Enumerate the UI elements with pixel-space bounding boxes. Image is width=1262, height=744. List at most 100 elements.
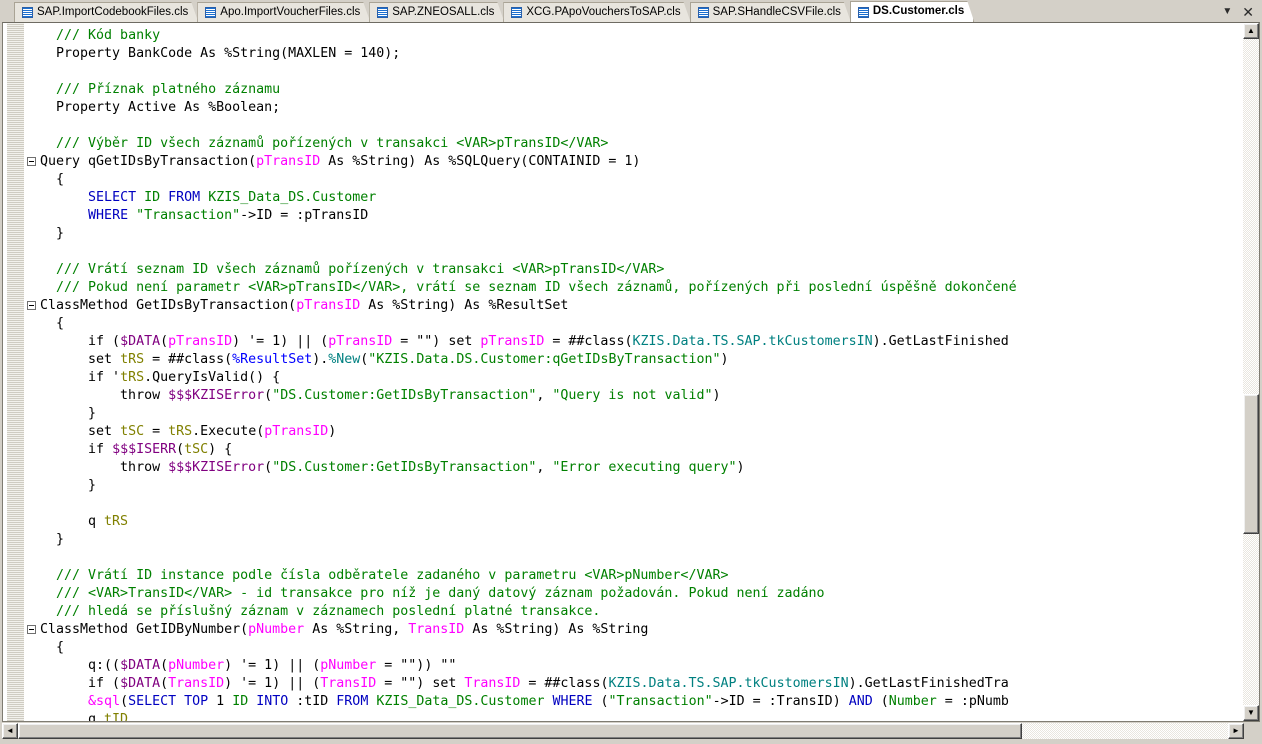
code-token: ( (160, 658, 169, 673)
horizontal-scrollbar[interactable]: ◄ ► (2, 723, 1260, 741)
code-token: $$$KZISError (168, 388, 265, 403)
horizontal-scroll-thumb[interactable] (18, 723, 1022, 739)
code-line[interactable] (26, 495, 1243, 513)
code-line[interactable]: } (26, 225, 1243, 243)
code-line[interactable]: ClassMethod GetIDsByTransaction(pTransID… (26, 297, 1243, 315)
code-token: ClassMethod GetIDsByTransaction( (40, 298, 297, 313)
code-line[interactable]: WHERE "Transaction"->ID = :pTransID (26, 207, 1243, 225)
code-token: WHERE (552, 694, 593, 709)
code-token: As %String) As %SQLQuery(CONTAINID = 1) (320, 154, 641, 169)
code-line[interactable]: /// Pokud není parametr <VAR>pTransID</V… (26, 279, 1243, 297)
code-token: = (144, 424, 169, 439)
horizontal-scroll-track[interactable] (18, 723, 1228, 739)
code-token: throw (40, 460, 169, 475)
code-line[interactable]: { (26, 639, 1243, 657)
code-line[interactable]: /// Kód banky (26, 27, 1243, 45)
editor-tab-4[interactable]: SAP.SHandleCSVFile.cls (690, 2, 851, 22)
code-line[interactable]: set tSC = tRS.Execute(pTransID) (26, 423, 1243, 441)
editor-tab-2[interactable]: SAP.ZNEOSALL.cls (369, 2, 504, 22)
vertical-scroll-thumb[interactable] (1243, 394, 1259, 534)
code-line[interactable]: Query qGetIDsByTransaction(pTransID As %… (26, 153, 1243, 171)
code-line[interactable] (26, 117, 1243, 135)
code-line[interactable]: throw $$$KZISError("DS.Customer:GetIDsBy… (26, 387, 1243, 405)
editor-tab-label: SAP.ImportCodebookFiles.cls (37, 5, 189, 18)
editor-tab-0[interactable]: SAP.ImportCodebookFiles.cls (14, 2, 198, 22)
code-line[interactable]: &sql(SELECT TOP 1 ID INTO :tID FROM KZIS… (26, 693, 1243, 711)
code-line[interactable]: } (26, 405, 1243, 423)
code-line[interactable]: /// Výběr ID všech záznamů pořízených v … (26, 135, 1243, 153)
code-token: pTransID (264, 424, 329, 439)
code-token: "Transaction" (608, 694, 713, 709)
code-token: ->ID = :pTransID (240, 208, 369, 223)
scroll-down-button[interactable]: ▼ (1243, 705, 1259, 721)
code-token: As %String) As %ResultSet (360, 298, 569, 313)
editor-tab-3[interactable]: XCG.PApoVouchersToSAP.cls (503, 2, 690, 22)
code-line[interactable]: SELECT ID FROM KZIS_Data_DS.Customer (26, 189, 1243, 207)
editor-tab-1[interactable]: Apo.ImportVoucherFiles.cls (197, 2, 370, 22)
scroll-up-button[interactable]: ▲ (1243, 23, 1259, 39)
code-line[interactable]: if $$$ISERR(tSC) { (26, 441, 1243, 459)
code-line[interactable]: } (26, 477, 1243, 495)
code-token: set (40, 424, 121, 439)
code-line[interactable]: { (26, 315, 1243, 333)
scroll-left-button[interactable]: ◄ (2, 723, 18, 739)
code-line[interactable]: throw $$$KZISError("DS.Customer:GetIDsBy… (26, 459, 1243, 477)
code-token: = ##class( (144, 352, 233, 367)
vertical-scrollbar[interactable]: ▲ ▼ (1243, 23, 1259, 721)
code-line[interactable]: if ($DATA(TransID) '= 1) || (TransID = "… (26, 675, 1243, 693)
close-icon[interactable]: ✕ (1242, 5, 1254, 19)
code-token: ( (592, 694, 609, 709)
code-fold-toggle-icon[interactable] (27, 625, 36, 634)
code-token: $$$KZISError (168, 460, 265, 475)
code-line[interactable] (26, 549, 1243, 567)
code-fold-toggle-icon[interactable] (27, 157, 36, 166)
code-token: pTransID (480, 334, 545, 349)
code-token: tRS (168, 424, 193, 439)
scroll-right-button[interactable]: ► (1228, 723, 1244, 739)
code-line[interactable]: if 'tRS.QueryIsValid() { (26, 369, 1243, 387)
code-line[interactable]: q:(($DATA(pNumber) '= 1) || (pNumber = "… (26, 657, 1243, 675)
code-text[interactable]: /// Kód banky Property BankCode As %Stri… (26, 23, 1243, 721)
vertical-scroll-track[interactable] (1243, 39, 1259, 705)
code-token: pTransID (256, 154, 321, 169)
code-token: } (40, 226, 65, 241)
code-line[interactable]: /// Vrátí ID instance podle čísla odběra… (26, 567, 1243, 585)
code-token: Property Active As %Boolean; (40, 100, 281, 115)
code-token: "Query is not valid" (552, 388, 713, 403)
code-token: $DATA (120, 676, 161, 691)
code-editor[interactable]: /// Kód banky Property BankCode As %Stri… (2, 22, 1260, 722)
editor-tab-5[interactable]: DS.Customer.cls (850, 1, 974, 22)
code-token: = :pNumb (936, 694, 1009, 709)
chevron-down-icon[interactable]: ▼ (1222, 7, 1232, 17)
code-line[interactable]: /// Vrátí seznam ID všech záznamů poříze… (26, 261, 1243, 279)
code-token: tRS (120, 352, 145, 367)
code-line[interactable]: /// hledá se příslušný záznam v záznamec… (26, 603, 1243, 621)
code-token: ( (120, 694, 129, 709)
code-token: ID (144, 190, 161, 205)
code-line[interactable]: { (26, 171, 1243, 189)
code-line[interactable]: ClassMethod GetIDByNumber(pNumber As %St… (26, 621, 1243, 639)
code-token: /// Výběr ID všech záznamů pořízených v … (56, 136, 609, 151)
code-line[interactable] (26, 243, 1243, 261)
code-line[interactable]: if ($DATA(pTransID) '= 1) || (pTransID =… (26, 333, 1243, 351)
code-line[interactable]: Property BankCode As %String(MAXLEN = 14… (26, 45, 1243, 63)
code-line[interactable]: /// <VAR>TransID</VAR> - id transakce pr… (26, 585, 1243, 603)
code-line[interactable]: } (26, 531, 1243, 549)
code-token: tSC (184, 442, 209, 457)
code-line[interactable] (26, 63, 1243, 81)
code-token: = "") set (392, 334, 481, 349)
code-fold-toggle-icon[interactable] (27, 301, 36, 310)
code-line[interactable]: q tRS (26, 513, 1243, 531)
code-line[interactable]: /// Příznak platného záznamu (26, 81, 1243, 99)
code-line[interactable]: Property Active As %Boolean; (26, 99, 1243, 117)
code-token: ( (160, 676, 169, 691)
code-line[interactable]: set tRS = ##class(%ResultSet).%New("KZIS… (26, 351, 1243, 369)
editor-viewport[interactable]: /// Kód banky Property BankCode As %Stri… (3, 23, 1243, 721)
code-token: &sql (88, 694, 121, 709)
code-token: TransID (168, 676, 225, 691)
code-line[interactable]: q tID (26, 711, 1243, 721)
